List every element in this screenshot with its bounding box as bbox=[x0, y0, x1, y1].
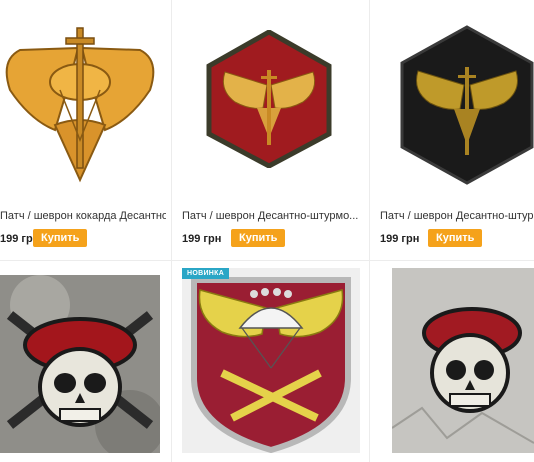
product-image-shield-parachute[interactable] bbox=[182, 268, 360, 453]
buy-button[interactable]: Купить bbox=[33, 229, 88, 247]
product-image-skull-sabers[interactable] bbox=[0, 275, 160, 453]
skull-beret-patch-icon bbox=[392, 268, 534, 453]
product-image-hexagon-black[interactable] bbox=[400, 25, 534, 185]
new-badge: НОВИНКА bbox=[182, 268, 230, 279]
product-image-hexagon-red[interactable] bbox=[205, 30, 333, 168]
product-title[interactable]: Патч / шеврон кокарда Десантно-... bbox=[0, 210, 166, 222]
product-title[interactable]: Патч / шеврон Десантно-штурм... bbox=[380, 210, 534, 222]
grid-divider bbox=[171, 0, 172, 462]
shield-parachute-patch-icon bbox=[182, 268, 360, 453]
product-title[interactable]: Патч / шеврон Десантно-штурмо... bbox=[182, 210, 362, 222]
grid-divider bbox=[369, 0, 370, 462]
product-image-skull-beret[interactable] bbox=[392, 268, 534, 453]
product-price: 199 грн bbox=[380, 233, 420, 245]
buy-button[interactable]: Купить bbox=[428, 229, 483, 247]
product-price: 199 грн bbox=[182, 233, 222, 245]
buy-button[interactable]: Купить bbox=[231, 229, 286, 247]
hexagon-red-patch-icon bbox=[206, 30, 332, 168]
hexagon-black-patch-icon bbox=[400, 25, 534, 185]
grid-divider bbox=[0, 260, 534, 261]
product-grid: Патч / шеврон кокарда Десантно-... 199 г… bbox=[0, 0, 534, 462]
skull-sabers-patch-icon bbox=[0, 275, 160, 453]
kokarda-patch-icon bbox=[5, 27, 155, 183]
product-image-kokarda[interactable] bbox=[0, 20, 160, 185]
